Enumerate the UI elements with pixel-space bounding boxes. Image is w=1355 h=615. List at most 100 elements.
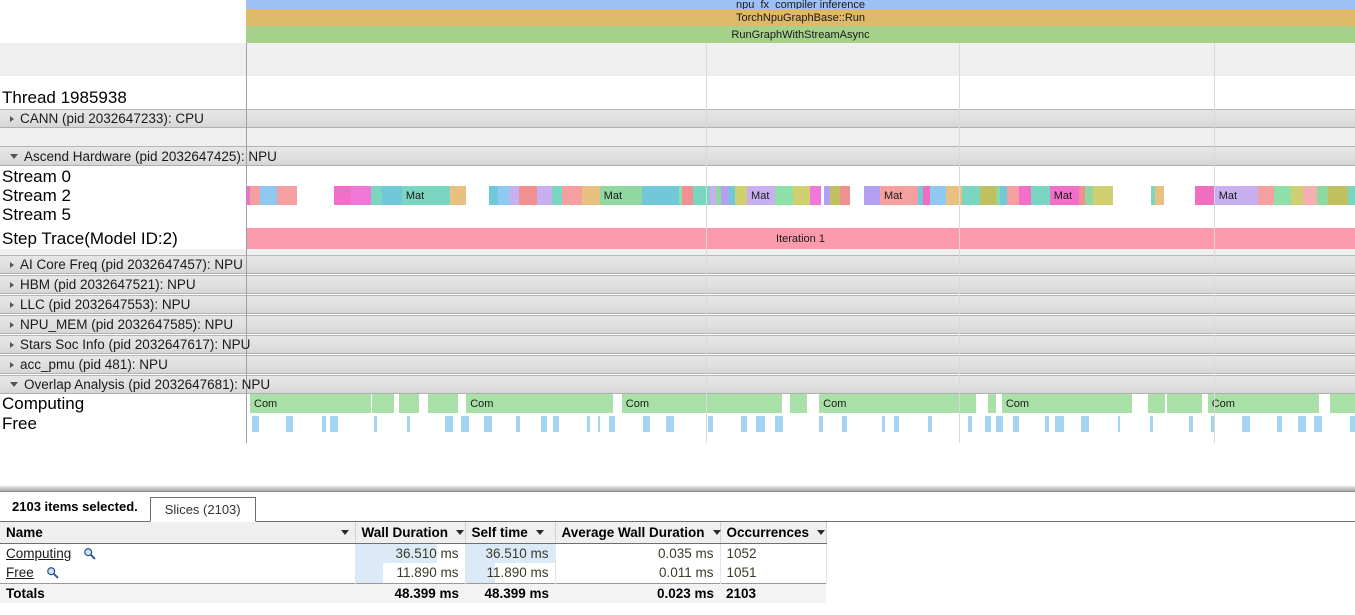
stream-slice[interactable] [510, 186, 520, 205]
stream-slice[interactable] [946, 186, 963, 205]
stream-slice[interactable] [999, 186, 1008, 205]
computing-slice[interactable] [1167, 394, 1202, 413]
timeline-panel[interactable]: npu_fx_compiler inference TorchNpuGraphBa… [0, 0, 1355, 443]
process-group-row[interactable]: Overlap Analysis (pid 2032647681): NPU [0, 375, 1355, 394]
free-slice[interactable] [894, 416, 900, 432]
free-slice[interactable] [985, 416, 992, 432]
stream-slice[interactable] [561, 186, 582, 205]
sort-arrow-icon[interactable] [712, 529, 721, 535]
chevron-right-icon[interactable] [10, 281, 14, 288]
sort-arrow-icon[interactable] [817, 529, 826, 535]
table-row[interactable]: Free 11.890 ms 11.890 ms 0.011 ms 1051 [0, 563, 827, 583]
chevron-right-icon[interactable] [10, 301, 14, 308]
chevron-right-icon[interactable] [10, 361, 14, 368]
stream-slice[interactable]: Mat [1049, 186, 1080, 205]
stream-slice[interactable] [1093, 186, 1113, 205]
free-slice[interactable] [1055, 416, 1064, 432]
free-slice[interactable] [995, 416, 1004, 432]
stream-slice[interactable] [1195, 186, 1215, 205]
free-slice[interactable] [587, 416, 591, 432]
free-slice[interactable] [881, 416, 885, 432]
stream-slice[interactable] [1164, 186, 1178, 205]
stream-slice[interactable] [1155, 186, 1165, 205]
process-group-row[interactable]: acc_pmu (pid 481): NPU [0, 355, 1355, 374]
stream-slice[interactable] [775, 186, 794, 205]
chevron-down-icon[interactable] [10, 382, 18, 387]
free-slice[interactable] [968, 416, 973, 432]
stream-slice[interactable] [498, 186, 511, 205]
row-name-cell[interactable]: Computing [0, 543, 356, 563]
track-content-3[interactable]: Iteration 1 [246, 228, 1355, 249]
stream-slice[interactable] [692, 186, 711, 205]
stream-slice[interactable] [475, 186, 490, 205]
tab-slices[interactable]: Slices (2103) [149, 497, 256, 522]
stream-slice[interactable] [1112, 186, 1130, 205]
stream-slice[interactable] [962, 186, 981, 205]
track-content-1[interactable]: Mat Mat Mat Mat Mat Mat [246, 186, 1355, 205]
stream-slice[interactable]: Mat [599, 186, 643, 205]
free-slice[interactable] [1045, 416, 1050, 432]
free-slice[interactable] [707, 416, 714, 432]
group-header[interactable]: LLC (pid 2032647553): NPU [0, 296, 190, 313]
stream-slice[interactable] [537, 186, 552, 205]
group-header[interactable]: AI Core Freq (pid 2032647457): NPU [0, 256, 243, 273]
panel-divider[interactable] [0, 485, 1355, 492]
sort-arrow-icon[interactable] [535, 529, 544, 535]
chevron-down-icon[interactable] [10, 153, 18, 159]
computing-slice[interactable]: Com [621, 394, 782, 413]
computing-slice[interactable]: Com [250, 394, 371, 413]
free-slice[interactable] [516, 416, 521, 432]
free-slice[interactable] [774, 416, 784, 432]
free-slice[interactable] [1080, 416, 1089, 432]
track-content-2[interactable] [246, 205, 1355, 224]
free-slice[interactable] [928, 416, 932, 432]
chevron-right-icon[interactable] [10, 115, 14, 122]
process-group-row[interactable]: Ascend Hardware (pid 2032647425): NPU [0, 146, 1355, 166]
step-trace-slice[interactable]: Iteration 1 [246, 228, 1355, 249]
stream-slice[interactable] [465, 186, 476, 205]
stream-slice[interactable] [793, 186, 811, 205]
slice-2[interactable]: RunGraphWithStreamAsync [246, 26, 1355, 43]
stream-slice[interactable] [370, 186, 383, 205]
free-slice[interactable] [597, 416, 601, 432]
computing-slice[interactable] [987, 394, 997, 413]
table-row[interactable]: Computing 36.510 ms 36.510 ms 0.035 ms 1052 [0, 543, 827, 563]
free-slice[interactable] [1277, 416, 1282, 432]
free-slice[interactable] [1298, 416, 1307, 432]
stream-slice[interactable] [980, 186, 996, 205]
free-slice[interactable] [643, 416, 650, 432]
track-content-4[interactable]: Com Com Com Com Com Com [246, 394, 1355, 413]
free-slice[interactable] [444, 416, 453, 432]
stream-slice[interactable] [552, 186, 562, 205]
free-slice[interactable] [252, 416, 259, 432]
sort-arrow-icon[interactable] [340, 529, 349, 535]
process-group-row[interactable]: CANN (pid 2032647233): CPU [0, 109, 1355, 128]
column-header-avg[interactable]: Average Wall Duration [555, 522, 721, 544]
stream-slice[interactable] [864, 186, 880, 205]
free-slice[interactable] [1241, 416, 1251, 432]
free-slice[interactable] [819, 416, 823, 432]
row-name-cell[interactable]: Free [0, 563, 356, 583]
process-group-row[interactable]: Stars Soc Info (pid 2032647617): NPU [0, 335, 1355, 354]
free-slice[interactable] [1150, 416, 1154, 432]
stream-slice[interactable] [735, 186, 748, 205]
computing-slice[interactable] [790, 394, 808, 413]
stream-slice[interactable] [929, 186, 947, 205]
free-slice[interactable] [1117, 416, 1121, 432]
free-slice[interactable] [407, 416, 411, 432]
chevron-right-icon[interactable] [10, 341, 14, 348]
free-slice[interactable] [608, 416, 616, 432]
chevron-right-icon[interactable] [10, 321, 14, 328]
computing-slice[interactable]: Com [1001, 394, 1133, 413]
stream-slice[interactable] [830, 186, 840, 205]
chevron-right-icon[interactable] [10, 261, 14, 268]
row-name-link[interactable]: Computing [6, 546, 71, 561]
track-content-5[interactable]: Free [246, 413, 1355, 435]
free-slice[interactable] [756, 416, 765, 432]
stream-slice[interactable] [1085, 186, 1094, 205]
stream-slice[interactable] [382, 186, 402, 205]
free-slice[interactable] [1012, 416, 1020, 432]
column-header-wall[interactable]: Wall Duration [355, 522, 466, 544]
slice-0[interactable]: npu_fx_compiler inference [246, 0, 1355, 9]
stream-slice[interactable]: Mat [401, 186, 433, 205]
